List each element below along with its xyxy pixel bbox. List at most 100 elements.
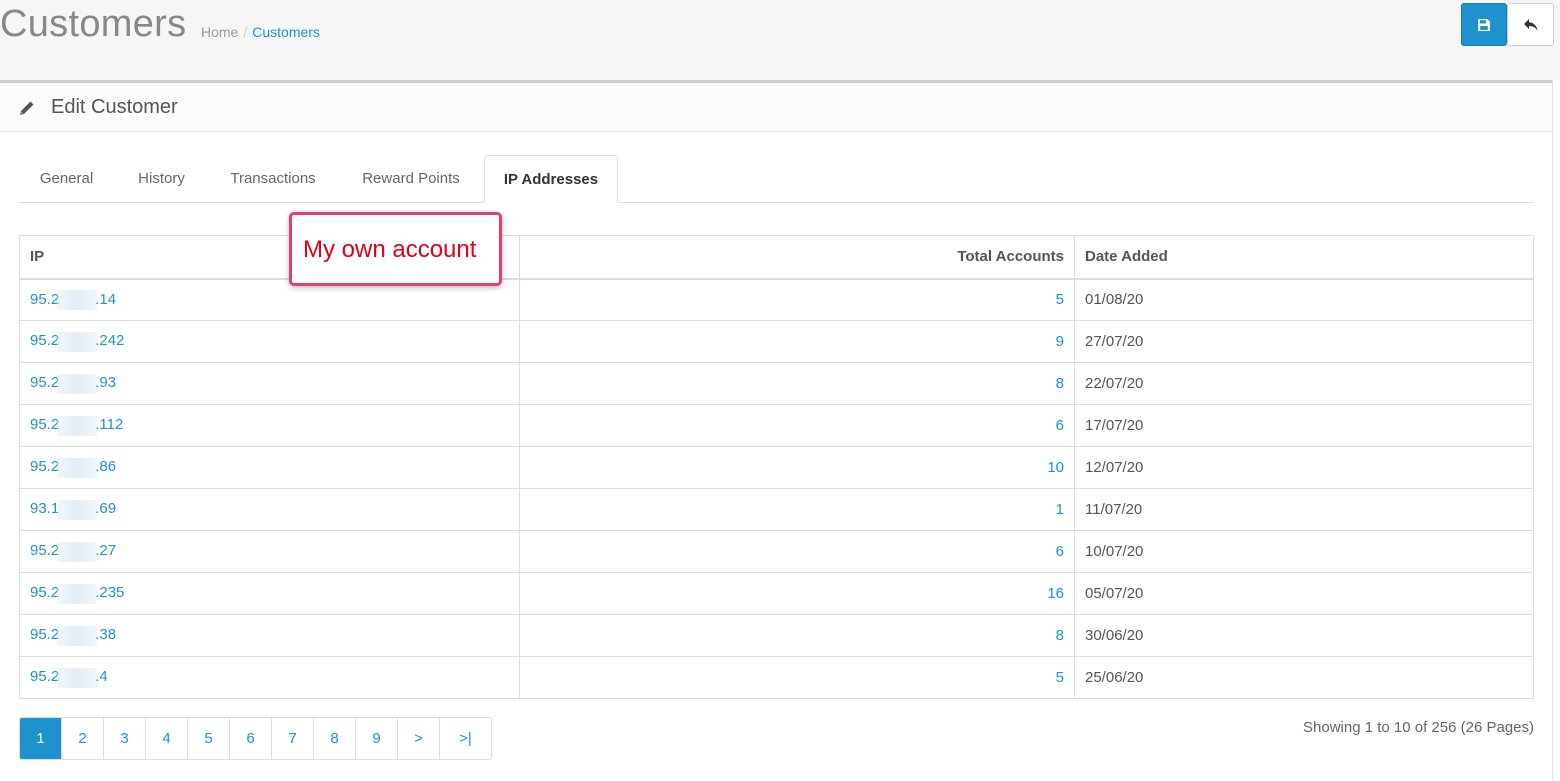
redacted-blur (57, 457, 98, 478)
table-row: 95.2 .242 9 27/07/20 (19, 320, 1534, 363)
total-accounts-cell[interactable]: 8 (519, 362, 1075, 405)
total-accounts-cell[interactable]: 8 (519, 614, 1075, 657)
total-accounts-link[interactable]: 1 (1056, 501, 1064, 518)
date-added-cell: 27/07/20 (1074, 320, 1534, 363)
ip-suffix: .112 (95, 416, 124, 434)
total-accounts-link[interactable]: 9 (1056, 333, 1064, 350)
save-button[interactable] (1461, 3, 1507, 46)
tab-general[interactable]: General (19, 155, 114, 203)
ip-link[interactable]: 95.2 .4 (30, 667, 108, 688)
ip-suffix: .69 (95, 500, 117, 518)
date-added-cell: 10/07/20 (1074, 530, 1534, 573)
page-link[interactable]: 9 (356, 718, 398, 759)
table-row: 95.2 .4 5 25/06/20 (19, 656, 1534, 699)
total-accounts-cell[interactable]: 5 (519, 656, 1075, 699)
ip-cell[interactable]: 95.2 .235 (19, 572, 520, 615)
breadcrumb: Home / Customers (201, 24, 320, 40)
back-button[interactable] (1507, 3, 1554, 46)
ip-link[interactable]: 95.2 .235 (30, 583, 124, 604)
annotation-callout: My own account (289, 212, 502, 286)
ip-link[interactable]: 93.1 .69 (30, 499, 117, 520)
ip-cell[interactable]: 93.1 .69 (19, 488, 520, 531)
page-link[interactable]: > (398, 718, 440, 759)
pagination-summary: Showing 1 to 10 of 256 (26 Pages) (1303, 719, 1534, 736)
page-link[interactable]: 4 (146, 718, 188, 759)
ip-prefix: 95.2 (30, 668, 60, 686)
table-row: 95.2 .27 6 10/07/20 (19, 530, 1534, 573)
ip-link[interactable]: 95.2 .86 (30, 457, 117, 478)
total-accounts-cell[interactable]: 1 (519, 488, 1075, 531)
date-added-cell: 12/07/20 (1074, 446, 1534, 489)
ip-link[interactable]: 95.2 .27 (30, 541, 116, 562)
page-header: Customers Home / Customers (0, 0, 1560, 80)
ip-prefix: 93.1 (30, 500, 60, 518)
tab-ip-addresses[interactable]: IP Addresses (484, 155, 618, 203)
total-accounts-link[interactable]: 8 (1056, 375, 1064, 392)
tab-transactions[interactable]: Transactions (209, 155, 337, 203)
ip-cell[interactable]: 95.2 .112 (19, 404, 520, 447)
ip-link[interactable]: 95.2 .93 (30, 373, 117, 394)
tab-reward-points[interactable]: Reward Points (341, 155, 481, 203)
page-link[interactable]: 3 (104, 718, 146, 759)
page-link[interactable]: 1 (20, 718, 62, 759)
panel-title: Edit Customer (51, 96, 178, 118)
ip-suffix: .242 (95, 332, 125, 350)
ip-cell[interactable]: 95.2 .93 (19, 362, 520, 405)
ip-link[interactable]: 95.2 .242 (30, 331, 125, 352)
ip-cell[interactable]: 95.2 .27 (19, 530, 520, 573)
total-accounts-cell[interactable]: 6 (519, 530, 1075, 573)
ip-link[interactable]: 95.2 .38 (30, 625, 117, 646)
ip-prefix: 95.2 (30, 584, 60, 602)
page-link[interactable]: >| (440, 718, 491, 759)
ip-suffix: .86 (95, 458, 117, 476)
column-header-total-accounts[interactable]: Total Accounts (519, 235, 1075, 280)
table-row: 95.2 .112 6 17/07/20 (19, 404, 1534, 447)
redacted-blur (57, 541, 98, 562)
breadcrumb-customers[interactable]: Customers (252, 24, 320, 40)
page-link[interactable]: 8 (314, 718, 356, 759)
total-accounts-link[interactable]: 10 (1047, 459, 1064, 476)
total-accounts-cell[interactable]: 10 (519, 446, 1075, 489)
ip-link[interactable]: 95.2 .112 (30, 415, 124, 436)
save-icon (1478, 18, 1490, 31)
ip-cell[interactable]: 95.2 .86 (19, 446, 520, 489)
total-accounts-cell[interactable]: 5 (519, 278, 1075, 321)
redacted-blur (57, 625, 98, 646)
pencil-icon (20, 101, 34, 115)
date-added-cell: 25/06/20 (1074, 656, 1534, 699)
total-accounts-cell[interactable]: 6 (519, 404, 1075, 447)
ip-prefix: 95.2 (30, 374, 60, 392)
date-added-cell: 22/07/20 (1074, 362, 1534, 405)
ip-suffix: .93 (95, 374, 117, 392)
total-accounts-link[interactable]: 6 (1056, 417, 1064, 434)
redacted-blur (57, 667, 98, 688)
ip-suffix: .38 (95, 626, 117, 644)
date-added-cell: 05/07/20 (1074, 572, 1534, 615)
page-link[interactable]: 2 (62, 718, 104, 759)
ip-cell[interactable]: 95.2 .242 (19, 320, 520, 363)
total-accounts-link[interactable]: 8 (1056, 627, 1064, 644)
customer-tabs: General History Transactions Reward Poin… (19, 155, 1534, 203)
ip-suffix: .4 (95, 668, 108, 686)
total-accounts-link[interactable]: 5 (1056, 669, 1064, 686)
table-row: 95.2 .93 8 22/07/20 (19, 362, 1534, 405)
ip-link[interactable]: 95.2 .14 (30, 289, 117, 310)
page-link[interactable]: 7 (272, 718, 314, 759)
breadcrumb-home[interactable]: Home (201, 24, 238, 40)
edit-customer-panel: Edit Customer General History Transactio… (0, 80, 1553, 781)
pagination: 1 2 3 4 5 6 7 8 9 > >| (19, 717, 492, 760)
ip-cell[interactable]: 95.2 .38 (19, 614, 520, 657)
date-added-cell: 30/06/20 (1074, 614, 1534, 657)
total-accounts-link[interactable]: 16 (1047, 585, 1064, 602)
page-link[interactable]: 6 (230, 718, 272, 759)
panel-heading: Edit Customer (0, 83, 1552, 132)
total-accounts-cell[interactable]: 9 (519, 320, 1075, 363)
page-link[interactable]: 5 (188, 718, 230, 759)
total-accounts-cell[interactable]: 16 (519, 572, 1075, 615)
tab-history[interactable]: History (114, 155, 209, 203)
ip-suffix: .14 (95, 290, 117, 308)
total-accounts-link[interactable]: 6 (1056, 543, 1064, 560)
column-header-date-added[interactable]: Date Added (1074, 235, 1534, 280)
total-accounts-link[interactable]: 5 (1056, 291, 1064, 308)
ip-cell[interactable]: 95.2 .4 (19, 656, 520, 699)
